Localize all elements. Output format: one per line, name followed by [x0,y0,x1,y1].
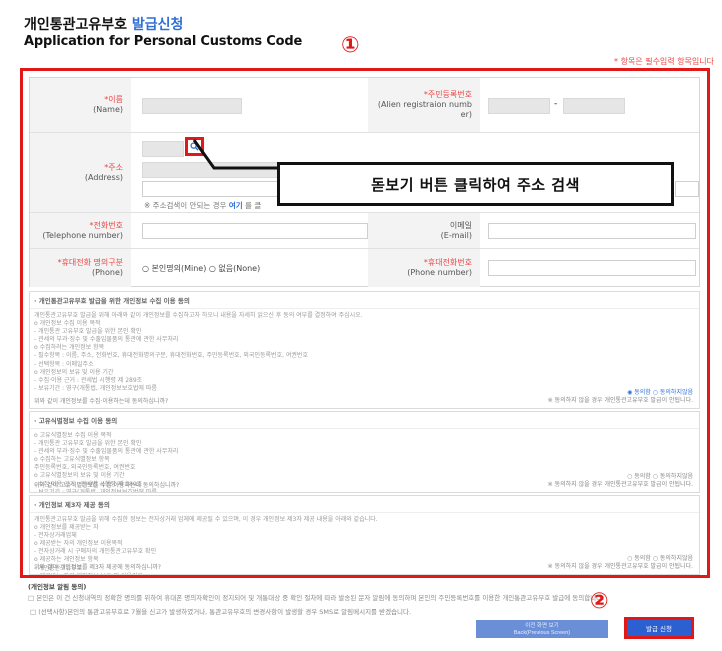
mobile-label-ko: *휴대전화번호 [423,258,472,267]
consent-section-personal-info: · 개인통관고유부호 발급을 위한 개인정보 수집 이용 동의 개인통관고유부호… [29,291,700,409]
name-label-ko: *이름 [104,95,123,104]
address-note-suffix: 를 클 [245,201,262,210]
address-label-en: (Address) [84,172,123,182]
back-button[interactable]: 이전 화면 보기 Back(Previous Screen) [476,620,608,638]
address-label-ko: *주소 [104,162,123,172]
consent-warning: ※ 동의하지 않을 경우 개인통관고유부호 발급이 안됩니다. [547,397,693,405]
title-ko-main: 개인통관고유부호 [24,17,128,33]
form-row-name: *이름 (Name) *주민등록번호 (Alien registraion nu… [30,78,699,133]
address-detail-input-end[interactable] [675,181,699,197]
name-label-en: (Name) [93,105,123,114]
consent-head: · 개인정보 제3자 제공 동의 [30,496,699,513]
form-row-mobile: *휴대전화 명의구분 (Phone) ○ 본인명의(Mine) ○ 없음(Non… [30,249,699,287]
address-detail-input[interactable] [142,181,292,197]
apply-button-label: 발급 신청 [640,623,678,633]
consent-agree-radios[interactable]: ◉ 동의함 ○ 동의하지않음 ※ 동의하지 않을 경우 개인통관고유부호 발급이… [548,389,693,405]
name-input[interactable] [142,98,242,114]
consent-agree-radios[interactable]: ○ 동의함 ○ 동의하지않음 ※ 동의하지 않을 경우 개인통관고유부호 발급이… [548,473,693,489]
mobile-owner-label-ko: *휴대전화 명의구분 [57,258,123,267]
sms-optin-checkbox[interactable]: □ (선택사항)본인의 통관고유부호로 7월을 신고가 발생하였거나, 통관고유… [30,606,590,616]
mobile-owner-label-en: (Phone) [91,268,123,277]
consent-head: · 고유식별정보 수집 이용 동의 [30,412,699,429]
phone-label: *전화번호 (Telephone number) [30,213,131,248]
consent-body: 개인통관고유부호 발급을 위해 아래와 같이 개인정보를 수집하고자 하오니 내… [34,312,363,392]
alien-number-back[interactable] [563,98,625,114]
consent-question: 위와 같이 개인정보를 수집·이용하는데 동의하십니까? [34,398,169,405]
notice-heading: (개인정보 알림 동의) [28,583,87,591]
mobile-label: *휴대전화번호 (Phone number) [368,249,480,287]
form-frame: *이름 (Name) *주민등록번호 (Alien registraion nu… [20,68,710,578]
magnifier-icon [190,142,199,151]
alien-separator: - [554,99,558,109]
address-search-callout: 돋보기 버튼 클릭하여 주소 검색 [277,162,674,206]
address-search-button[interactable] [185,137,204,156]
address-search-note: ※ 주소검색이 안되는 경우 여기 를 클 [144,200,261,211]
alien-label: *주민등록번호 (Alien registraion numb er) [368,78,480,132]
consent-question: 위와 같이 고유식별정보를 수집·이용하는데 동의하십니까? [34,482,180,489]
zipcode-input[interactable] [142,141,184,157]
mobile-input[interactable] [488,260,696,276]
phone-label-ko: *전화번호 [89,220,123,230]
page-title-en: Application for Personal Customs Code [24,34,303,49]
mobile-owner-label: *휴대전화 명의구분 (Phone) [30,249,131,287]
mobile-owner-radios[interactable]: ○ 본인명의(Mine) ○ 없음(None) [142,263,260,274]
consent-agree-radios[interactable]: ○ 동의함 ○ 동의하지않음 ※ 동의하지 않을 경우 개인통관고유부호 발급이… [548,555,693,571]
alien-label-en: (Alien registraion numb er) [377,100,472,119]
title-ko-accent: 발급신청 [131,17,184,33]
page-title-ko: 개인통관고유부호 발급신청 [24,14,183,34]
email-label: 이메일 (E-mail) [368,213,480,248]
email-label-en: (E-mail) [440,230,472,240]
step-marker-2: ② [590,589,609,614]
name-label: *이름 (Name) [30,78,131,132]
consent-warning: ※ 동의하지 않을 경우 개인통관고유부호 발급이 안됩니다. [547,563,693,571]
consent-warning: ※ 동의하지 않을 경우 개인통관고유부호 발급이 안됩니다. [547,481,693,489]
email-label-ko: 이메일 [449,220,472,230]
phone-input[interactable] [142,223,368,239]
required-note: * 항목은 필수입력 항목입니다 [614,57,714,66]
address-note-prefix: ※ 주소검색이 안되는 경우 [144,201,227,210]
form-row-phone: *전화번호 (Telephone number) 이메일 (E-mail) [30,213,699,249]
apply-button[interactable]: 발급 신청 [624,617,694,639]
email-input[interactable] [488,223,696,239]
mobile-label-en: (Phone number) [407,268,472,277]
address-label: *주소 (Address) [30,133,131,212]
consent-question: 위와 같이 개인정보를 제3자 제공에 동의하십니까? [34,564,161,571]
consent-head: · 개인통관고유부호 발급을 위한 개인정보 수집 이용 동의 [30,292,699,309]
consent-section-third-party: · 개인정보 제3자 제공 동의 개인통관고유부호 발급을 위해 수집한 정보는… [29,495,700,575]
consent-section-unique-id: · 고유식별정보 수집 이용 동의 o 고유식별정보 수집 이용 목적 - 개인… [29,411,700,493]
address-manual-link[interactable]: 여기 [229,201,243,210]
phone-label-en: (Telephone number) [42,230,123,240]
step-marker-1: ① [341,33,360,58]
alien-number-front[interactable] [488,98,550,114]
alien-label-ko: *주민등록번호 [423,90,472,99]
